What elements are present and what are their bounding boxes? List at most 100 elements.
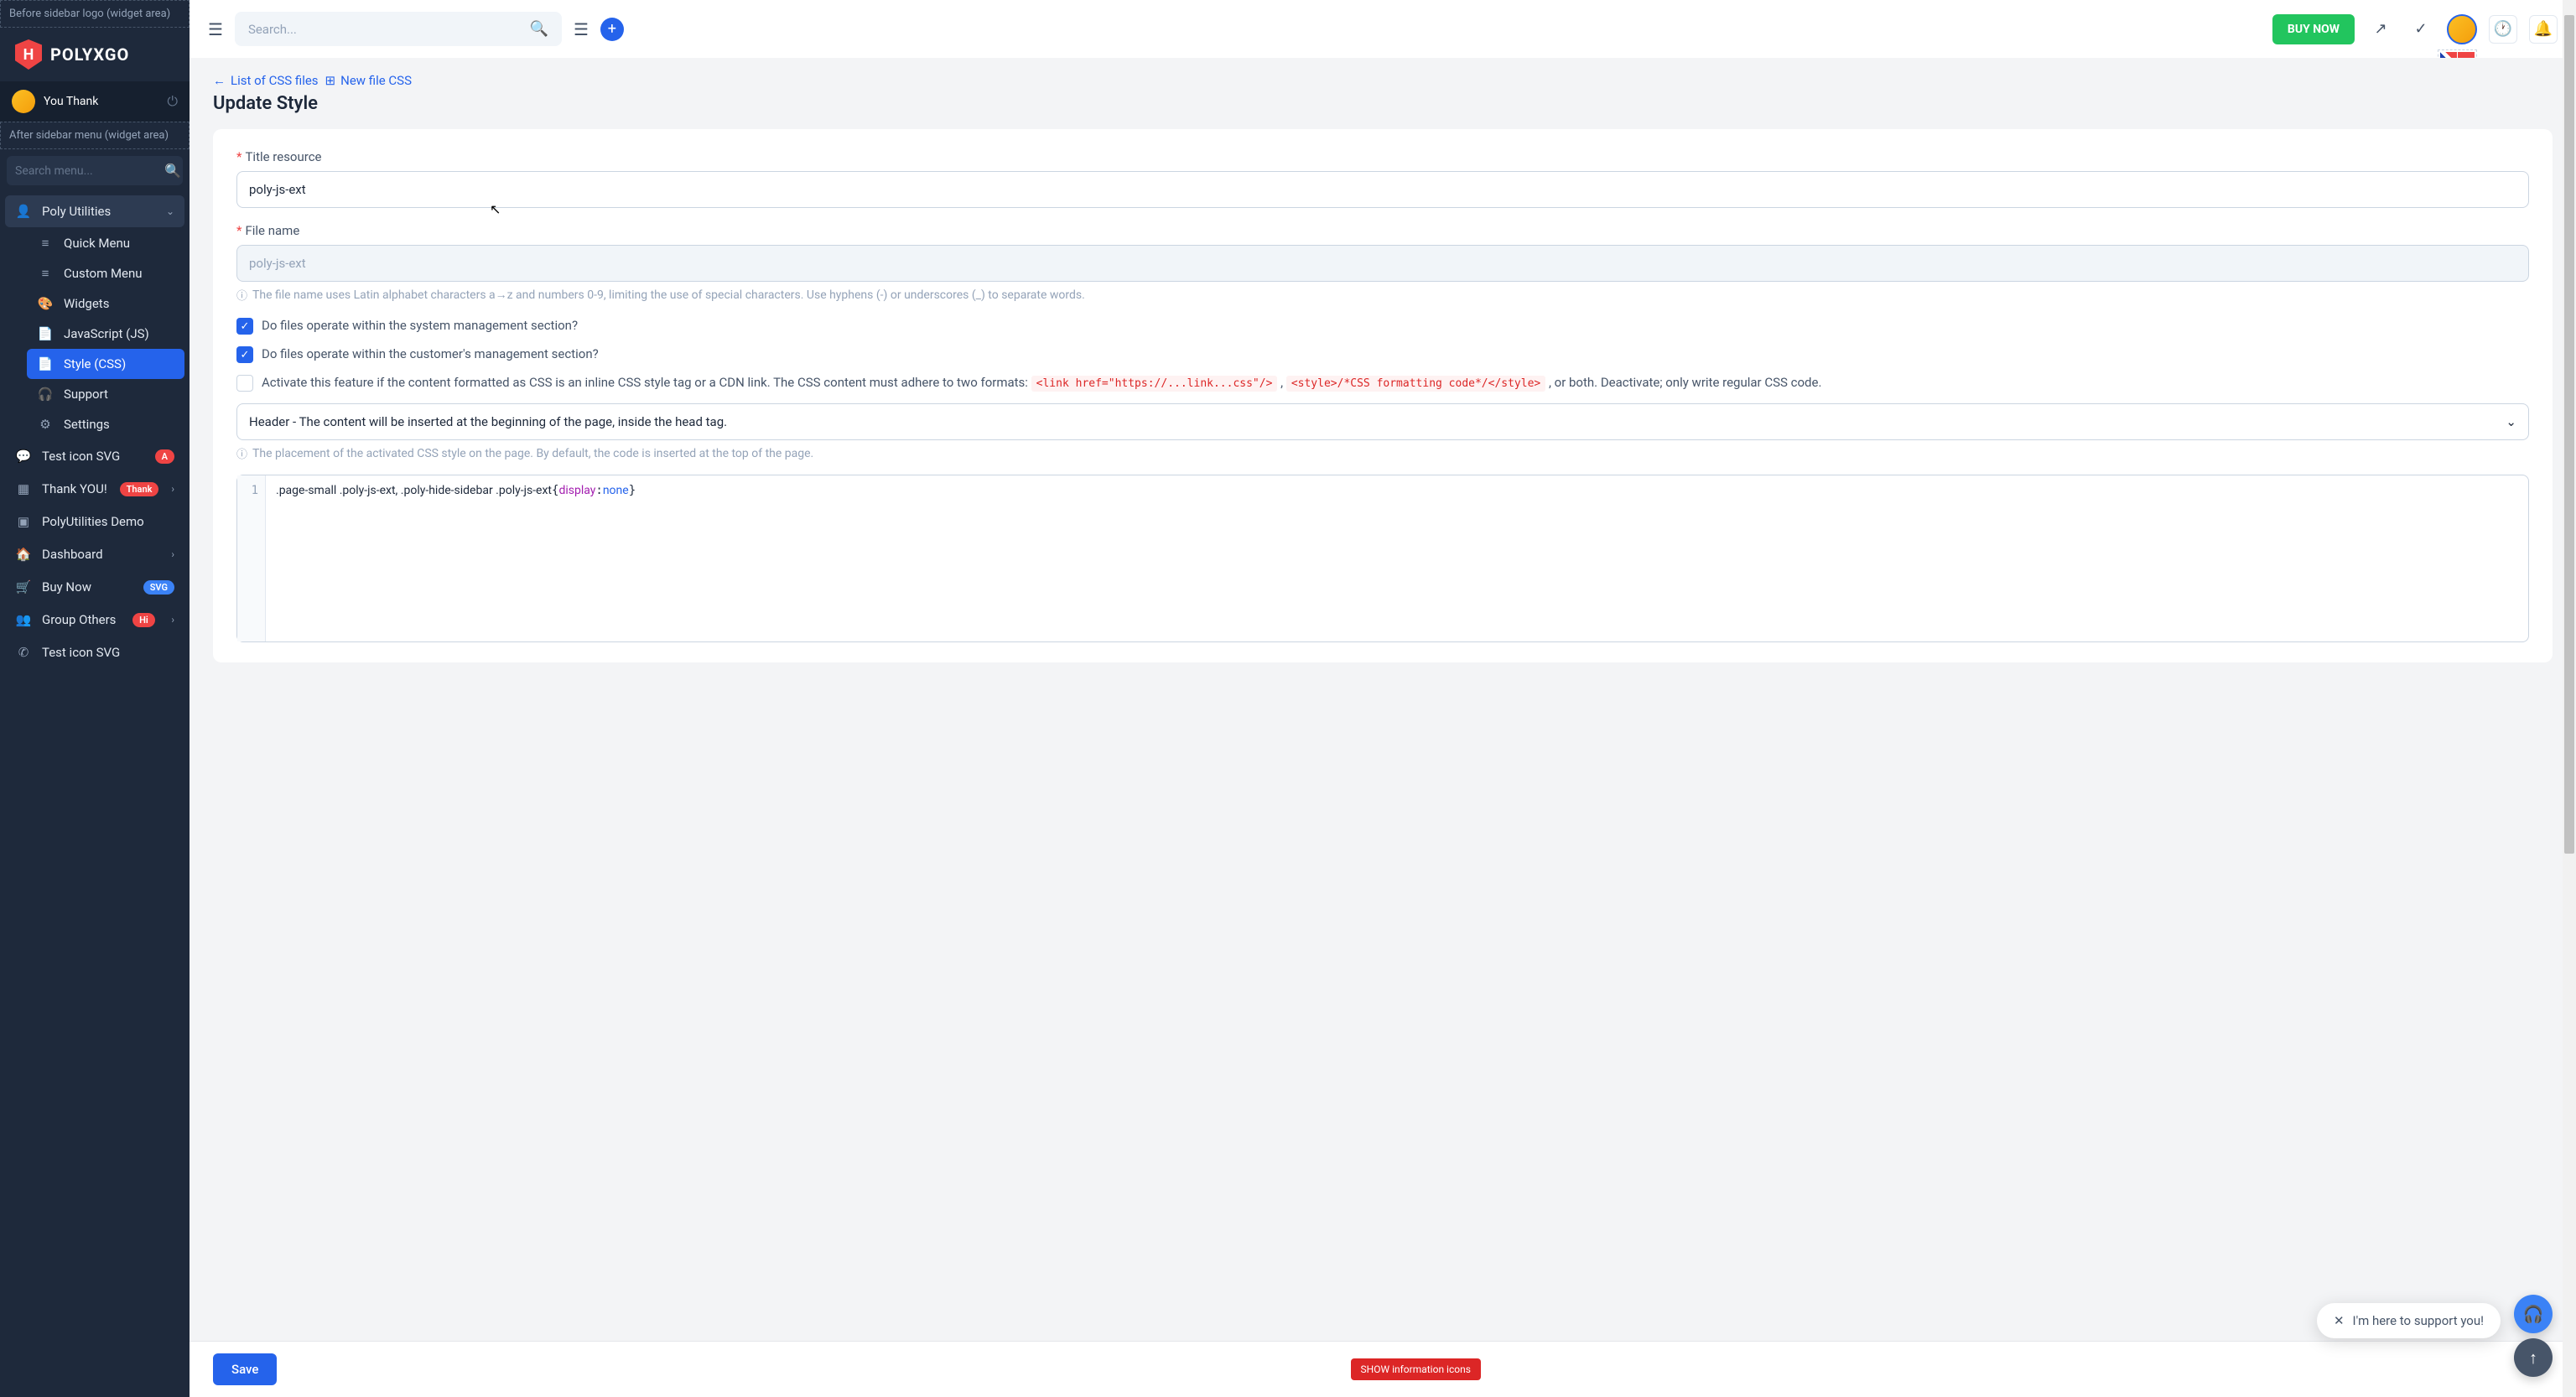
- menu-label: Settings: [64, 417, 110, 432]
- field-title-resource: *Title resource: [236, 149, 2529, 208]
- save-button[interactable]: Save: [213, 1353, 277, 1385]
- sidebar-logo[interactable]: H POLYXGO: [0, 28, 190, 81]
- arrow-left-icon: ←: [213, 73, 226, 88]
- code-editor[interactable]: 1 .page-small .poly-js-ext, .poly-hide-s…: [236, 475, 2529, 642]
- chevron-down-icon: ⌄: [166, 205, 174, 217]
- badge: Hi: [132, 613, 155, 627]
- sidebar-item-buy-now[interactable]: 🛒Buy NowSVG: [5, 571, 184, 603]
- sidebar-menu: 👤 Poly Utilities ⌄ ≡Quick Menu ≡Custom M…: [0, 192, 190, 672]
- buy-now-button[interactable]: BUY NOW: [2272, 14, 2355, 44]
- support-fab[interactable]: 🎧: [2514, 1295, 2553, 1333]
- topbar: ☰ 🔍 ☰ + BUY NOW ↗ ✓ 🕐 🔔: [190, 0, 2576, 58]
- profile-avatar[interactable]: [2447, 14, 2477, 44]
- checkbox-inline-css[interactable]: Activate this feature if the content for…: [236, 375, 2529, 392]
- sidebar-search-input[interactable]: [15, 164, 164, 178]
- submenu-poly-utilities: ≡Quick Menu ≡Custom Menu 🎨Widgets 📄JavaS…: [5, 228, 184, 439]
- sidebar-item-widgets[interactable]: 🎨Widgets: [27, 288, 184, 319]
- check-icon[interactable]: ✓: [2407, 15, 2435, 44]
- home-icon: 🏠: [15, 547, 32, 562]
- support-bubble[interactable]: ✕ I'm here to support you!: [2317, 1303, 2501, 1338]
- global-search[interactable]: 🔍: [235, 12, 562, 46]
- menu-label: Group Others: [42, 612, 116, 627]
- sidebar-user[interactable]: You Thank ⏻: [0, 81, 190, 122]
- bell-icon[interactable]: 🔔: [2529, 15, 2558, 44]
- add-button[interactable]: +: [600, 18, 624, 41]
- chevron-right-icon: ›: [171, 483, 174, 495]
- code-content[interactable]: .page-small .poly-js-ext, .poly-hide-sid…: [266, 475, 2528, 641]
- headset-icon: 🎧: [2523, 1304, 2544, 1324]
- sidebar-toggle-icon[interactable]: ☰: [208, 19, 223, 39]
- gear-icon: ⚙: [37, 417, 54, 432]
- user-name: You Thank: [44, 95, 158, 108]
- menu-label: Custom Menu: [64, 266, 143, 281]
- sidebar-item-settings[interactable]: ⚙ Settings: [27, 409, 184, 439]
- help-placement: The placement of the activated CSS style…: [236, 445, 2529, 461]
- field-file-name: *File name The file name uses Latin alph…: [236, 223, 2529, 303]
- logo-shield-icon: H: [15, 39, 42, 70]
- share-icon[interactable]: ↗: [2366, 15, 2395, 44]
- box-icon: ▣: [15, 514, 32, 529]
- users-icon: 👥: [15, 612, 32, 627]
- layout-icon: ▦: [15, 481, 32, 496]
- checkbox-label: Do files operate within the customer's m…: [262, 346, 599, 361]
- support-bubble-text: I'm here to support you!: [2353, 1313, 2484, 1328]
- menu-label: Widgets: [64, 296, 109, 311]
- menu-label: Poly Utilities: [42, 204, 111, 219]
- after-menu-widget-area: After sidebar menu (widget area): [0, 122, 190, 149]
- menu-label: Support: [64, 387, 108, 402]
- menu-label: Dashboard: [42, 547, 103, 562]
- sidebar-item-javascript[interactable]: 📄JavaScript (JS): [27, 319, 184, 349]
- sidebar-search-box[interactable]: 🔍: [7, 156, 183, 185]
- sidebar-item-support[interactable]: 🎧 Support: [27, 379, 184, 409]
- search-icon[interactable]: 🔍: [164, 163, 181, 179]
- breadcrumb-back[interactable]: ← List of CSS files: [213, 73, 319, 88]
- menu-label: Test icon SVG: [42, 645, 120, 660]
- breadcrumb-new-file[interactable]: ⊞New file CSS: [325, 73, 412, 88]
- close-icon[interactable]: ✕: [2334, 1313, 2345, 1328]
- badge: SVG: [143, 580, 174, 595]
- menu-label: Test icon SVG: [42, 449, 120, 464]
- headset-icon: 🎧: [37, 387, 54, 402]
- sidebar-item-test-icon-svg[interactable]: 💬Test icon SVGA: [5, 440, 184, 472]
- input-file-name: [236, 245, 2529, 282]
- arrow-up-icon: ↑: [2529, 1348, 2537, 1368]
- sidebar-item-quick-menu[interactable]: ≡Quick Menu: [27, 228, 184, 258]
- checkbox-icon[interactable]: [236, 375, 253, 392]
- chevron-right-icon: ›: [171, 614, 174, 626]
- show-info-button[interactable]: SHOW information icons: [1351, 1358, 1481, 1380]
- badge: A: [155, 449, 174, 464]
- checkbox-label: Do files operate within the system manag…: [262, 318, 578, 333]
- sidebar-item-polyutilities-demo[interactable]: ▣PolyUtilities Demo: [5, 506, 184, 538]
- form-card: *Title resource *File name The file name…: [213, 129, 2553, 662]
- file-icon: 📄: [37, 356, 54, 371]
- sidebar-item-thank-you[interactable]: ▦Thank YOU!Thank›: [5, 473, 184, 505]
- sidebar-item-test-icon-svg-2[interactable]: ✆Test icon SVG: [5, 636, 184, 668]
- input-title-resource[interactable]: [236, 171, 2529, 208]
- code-snippet: <link href="https://...link...css"/>: [1031, 376, 1278, 392]
- checkbox-customer-section[interactable]: ✓ Do files operate within the customer's…: [236, 346, 2529, 363]
- search-input[interactable]: [248, 22, 530, 37]
- scroll-top-fab[interactable]: ↑: [2514, 1338, 2553, 1377]
- breadcrumb-label: List of CSS files: [231, 73, 319, 88]
- menu-label: Buy Now: [42, 579, 91, 595]
- file-icon: 📄: [37, 326, 54, 341]
- select-placement[interactable]: Header - The content will be inserted at…: [236, 403, 2529, 440]
- sidebar-item-custom-menu[interactable]: ≡Custom Menu: [27, 258, 184, 288]
- search-icon[interactable]: 🔍: [530, 20, 548, 38]
- sidebar-item-group-others[interactable]: 👥 Group Others Hi ›: [5, 604, 184, 636]
- sidebar-item-dashboard[interactable]: 🏠Dashboard›: [5, 538, 184, 570]
- logout-icon[interactable]: ⏻: [167, 93, 178, 110]
- menu-label: Thank YOU!: [42, 481, 107, 496]
- label-file-name: *File name: [236, 223, 2529, 238]
- list-icon: ≡: [37, 236, 54, 251]
- sidebar-search: 🔍: [0, 149, 190, 192]
- scrollbar[interactable]: [2563, 0, 2576, 1397]
- checkbox-system-section[interactable]: ✓ Do files operate within the system man…: [236, 318, 2529, 335]
- checkbox-icon[interactable]: ✓: [236, 318, 253, 335]
- footer-bar: Save SHOW information icons: [190, 1341, 2563, 1397]
- sidebar-item-poly-utilities[interactable]: 👤 Poly Utilities ⌄: [5, 195, 184, 227]
- clock-icon[interactable]: 🕐: [2489, 15, 2517, 44]
- checkbox-icon[interactable]: ✓: [236, 346, 253, 363]
- menu-icon[interactable]: ☰: [574, 19, 589, 39]
- sidebar-item-style-css[interactable]: 📄Style (CSS): [27, 349, 184, 379]
